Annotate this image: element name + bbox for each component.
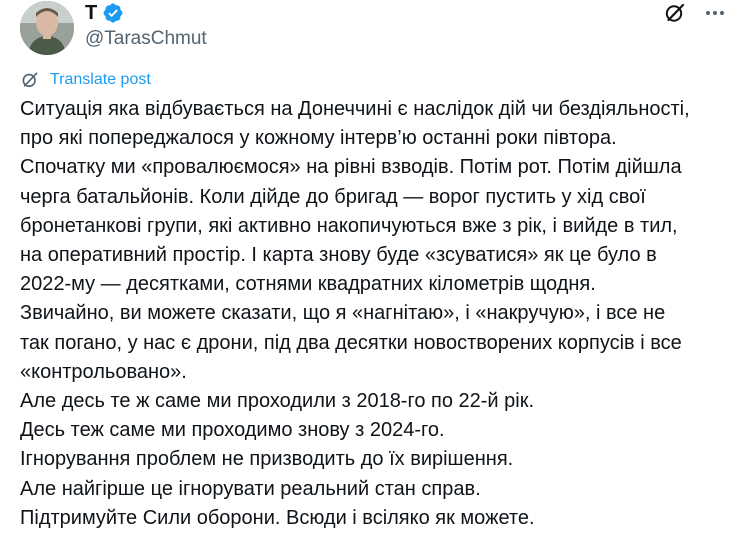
avatar[interactable] bbox=[20, 1, 74, 55]
author-info: T @TarasChmut bbox=[85, 1, 207, 51]
post-line: Підтримуйте Сили оборони. Всюди і всіляк… bbox=[20, 506, 535, 529]
author-handle[interactable]: @TarasChmut bbox=[85, 27, 207, 51]
post-line: про які попереджалося у кожному інтерв’ю… bbox=[20, 127, 617, 150]
post-line: черга батальйонів. Коли дійде до бригад … bbox=[20, 185, 646, 208]
display-name[interactable]: T bbox=[85, 1, 97, 25]
post-text: Ситуація яка відбувається на Донеччині є… bbox=[20, 95, 735, 533]
post-line: Спочатку ми «провалюємося» на рівні взво… bbox=[20, 156, 682, 179]
post-line: Але десь те ж саме ми проходили з 2018-г… bbox=[20, 390, 535, 413]
post-line: Десь теж саме ми проходимо знову з 2024-… bbox=[20, 419, 445, 442]
post-line: «контрольовано». bbox=[20, 360, 187, 383]
post-line: бронетанкові групи, які активно накопичу… bbox=[20, 214, 678, 237]
post-line: так погано, у нас є дрони, під два десят… bbox=[20, 331, 682, 354]
post-line: Звичайно, ви можете сказати, що я «нагні… bbox=[20, 302, 666, 325]
translate-post-link[interactable]: Translate post bbox=[20, 70, 151, 90]
verified-badge-icon[interactable] bbox=[102, 2, 124, 24]
grok-icon bbox=[20, 70, 40, 90]
translate-post-label: Translate post bbox=[50, 71, 151, 88]
post-line: Ситуація яка відбувається на Донеччині є… bbox=[20, 98, 690, 120]
avatar-photo bbox=[20, 1, 74, 55]
post-line: 2022-му — десятками, сотнями квадратних … bbox=[20, 273, 596, 296]
post-line: на оперативний простір. І карта знову бу… bbox=[20, 244, 657, 267]
name-row: T bbox=[85, 1, 207, 25]
tweet: T @TarasChmut Translate post Ситуація як… bbox=[0, 0, 740, 558]
header-actions bbox=[662, 0, 728, 26]
grok-icon[interactable] bbox=[662, 0, 688, 26]
post-line: Але найгірше це ігнорувати реальний стан… bbox=[20, 477, 481, 500]
more-icon[interactable] bbox=[702, 0, 728, 26]
post-line: Ігнорування проблем не призводить до їх … bbox=[20, 448, 514, 471]
